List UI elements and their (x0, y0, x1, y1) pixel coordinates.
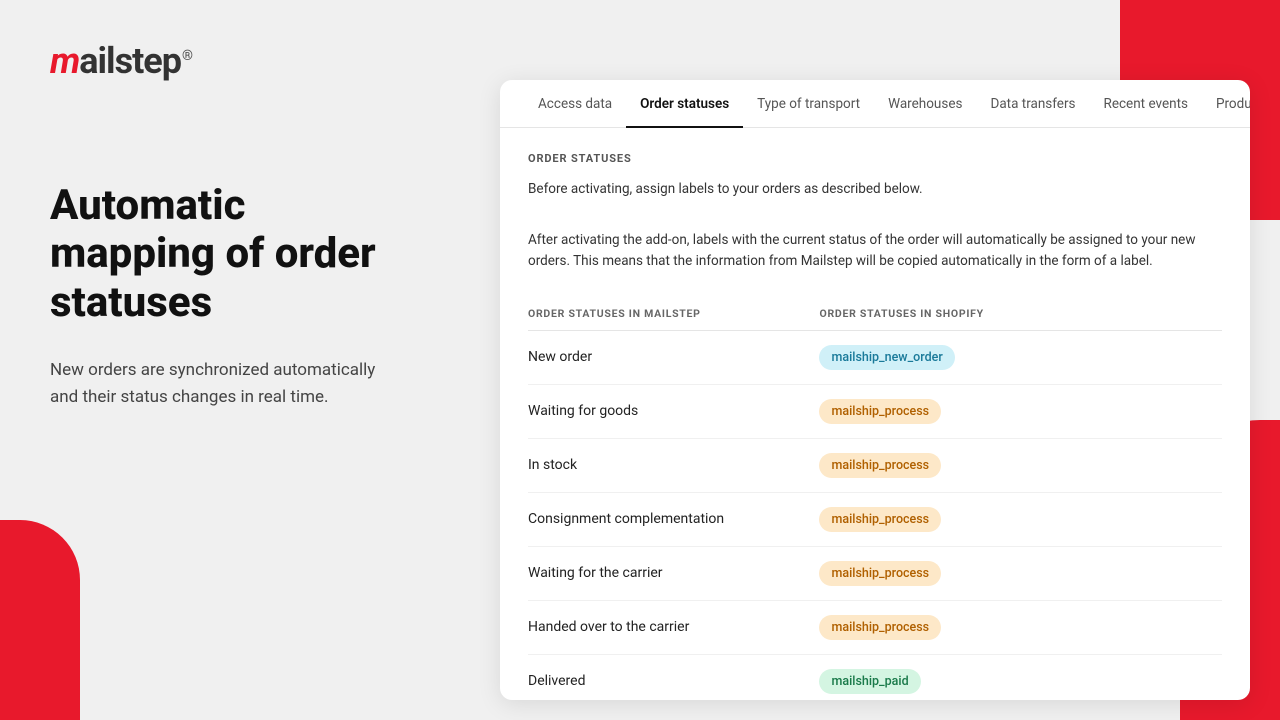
col-header-shopify: ORDER STATUSES IN SHOPIFY (819, 297, 1222, 331)
tabs-nav: Access data Order statuses Type of trans… (500, 80, 1250, 128)
shopify-label: mailship_process (819, 492, 1222, 546)
col-header-mailstep: ORDER STATUSES IN MAILSTEP (528, 297, 819, 331)
status-badge: mailship_process (819, 507, 941, 532)
table-row: Waiting for the carriermailship_process (528, 546, 1222, 600)
description-block: Before activating, assign labels to your… (528, 179, 1222, 273)
left-panel: mailstep® Automatic mapping of order sta… (0, 0, 460, 720)
status-badge: mailship_process (819, 615, 941, 640)
status-badge: mailship_process (819, 453, 941, 478)
mailstep-status: Delivered (528, 654, 819, 700)
status-badge: mailship_process (819, 399, 941, 424)
logo: mailstep® (50, 40, 410, 82)
status-table: ORDER STATUSES IN MAILSTEP ORDER STATUSE… (528, 297, 1222, 700)
shopify-label: mailship_process (819, 384, 1222, 438)
tab-order-statuses[interactable]: Order statuses (626, 80, 743, 128)
status-badge: mailship_new_order (819, 345, 954, 370)
shopify-label: mailship_process (819, 438, 1222, 492)
tab-warehouses[interactable]: Warehouses (874, 80, 976, 128)
mailstep-status: Consignment complementation (528, 492, 819, 546)
shopify-label: mailship_process (819, 546, 1222, 600)
status-badge: mailship_process (819, 561, 941, 586)
main-card: Access data Order statuses Type of trans… (500, 80, 1250, 700)
shopify-label: mailship_new_order (819, 330, 1222, 384)
description-1: Before activating, assign labels to your… (528, 179, 1222, 201)
tab-data-transfers[interactable]: Data transfers (976, 80, 1089, 128)
section-title: ORDER STATUSES (528, 152, 1222, 165)
card-content: ORDER STATUSES Before activating, assign… (500, 128, 1250, 700)
table-row: Waiting for goodsmailship_process (528, 384, 1222, 438)
tab-recent-events[interactable]: Recent events (1090, 80, 1202, 128)
status-badge: mailship_paid (819, 669, 920, 694)
shopify-label: mailship_process (819, 600, 1222, 654)
table-row: In stockmailship_process (528, 438, 1222, 492)
mailstep-status: In stock (528, 438, 819, 492)
table-row: Handed over to the carriermailship_proce… (528, 600, 1222, 654)
tab-products[interactable]: Products (1202, 80, 1250, 128)
hero-subtitle: New orders are synchronized automaticall… (50, 357, 390, 411)
logo-text: mailstep® (50, 40, 192, 82)
table-row: Deliveredmailship_paid (528, 654, 1222, 700)
table-row: New ordermailship_new_order (528, 330, 1222, 384)
mailstep-status: Handed over to the carrier (528, 600, 819, 654)
description-2: After activating the add-on, labels with… (528, 230, 1222, 273)
shopify-label: mailship_paid (819, 654, 1222, 700)
hero-title: Automatic mapping of order statuses (50, 182, 410, 327)
mailstep-status: Waiting for goods (528, 384, 819, 438)
logo-m-letter: m (50, 40, 79, 82)
tab-type-of-transport[interactable]: Type of transport (743, 80, 874, 128)
logo-registered: ® (182, 48, 192, 64)
tab-access-data[interactable]: Access data (524, 80, 626, 128)
table-row: Consignment complementationmailship_proc… (528, 492, 1222, 546)
mailstep-status: Waiting for the carrier (528, 546, 819, 600)
mailstep-status: New order (528, 330, 819, 384)
